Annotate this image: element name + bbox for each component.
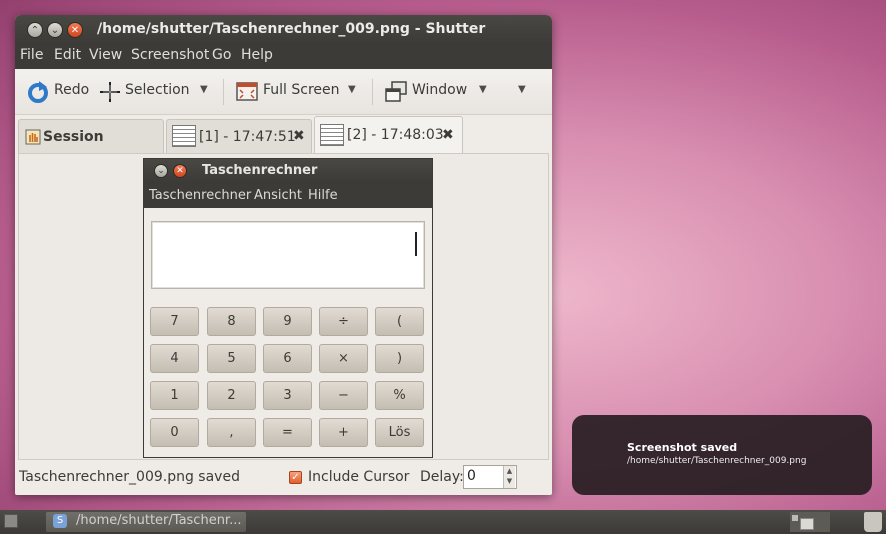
toolbar-separator: [223, 79, 224, 105]
window-label: Window: [412, 82, 468, 98]
calc-key: %: [375, 381, 424, 410]
close-tab-icon[interactable]: ✖: [442, 127, 454, 143]
workspace-switcher[interactable]: [790, 512, 830, 532]
calculator-menubar: Taschenrechner Ansicht Hilfe: [144, 184, 432, 208]
crosshair-icon: [100, 82, 120, 102]
fullscreen-dropdown-arrow[interactable]: ▼: [348, 84, 356, 95]
selection-label: Selection: [125, 82, 190, 98]
workspace-window-icon: [800, 518, 814, 530]
tab-screenshot-2-label: [2] - 17:48:03: [347, 127, 444, 143]
spin-down-icon[interactable]: ▼: [504, 476, 515, 486]
taskbar-item-label: /home/shutter/Taschenr...: [76, 513, 242, 528]
trash-icon[interactable]: [864, 512, 882, 532]
menu-screenshot[interactable]: Screenshot: [131, 47, 209, 63]
calc-key: 8: [207, 307, 256, 336]
screenshot-view[interactable]: ⌄ ✕ Taschenrechner Taschenrechner Ansich…: [18, 153, 549, 460]
notification-heading: Screenshot saved: [627, 441, 738, 454]
window-title: /home/shutter/Taschenrechner_009.png - S…: [97, 21, 486, 37]
toolbar: Redo Selection ▼ Full Screen ▼ Window ▼ …: [15, 69, 552, 115]
status-message: Taschenrechner_009.png saved: [19, 469, 240, 485]
calc-key: =: [263, 418, 312, 447]
calc-menu-taschenrechner: Taschenrechner: [149, 188, 252, 203]
statusbar: Taschenrechner_009.png saved ✓ Include C…: [15, 461, 552, 495]
calc-key: 0: [150, 418, 199, 447]
calc-key: 4: [150, 344, 199, 373]
calc-key: ,: [207, 418, 256, 447]
calc-key: ): [375, 344, 424, 373]
calc-key: +: [319, 418, 368, 447]
window-titlebar[interactable]: ⌃ ⌄ ✕ /home/shutter/Taschenrechner_009.p…: [15, 15, 552, 45]
menubar: File Edit View Screenshot Go Help: [15, 45, 552, 69]
redo-icon: [28, 81, 48, 103]
calc-menu-hilfe: Hilfe: [308, 188, 338, 203]
tab-bar: Session [1] - 17:47:51 ✖ [2] - 17:48:03 …: [15, 115, 552, 154]
window-icon: [385, 81, 407, 102]
notification-body: /home/shutter/Taschenrechner_009.png: [627, 456, 807, 466]
calc-key: −: [319, 381, 368, 410]
calc-menu-ansicht: Ansicht: [254, 188, 303, 203]
text-caret: [415, 232, 417, 256]
bottom-panel: S /home/shutter/Taschenr...: [0, 510, 886, 534]
taskbar-item-shutter[interactable]: S /home/shutter/Taschenr...: [46, 512, 246, 532]
delay-label: Delay:: [420, 469, 464, 485]
calc-key: ÷: [319, 307, 368, 336]
window-dropdown-arrow[interactable]: ▼: [479, 84, 487, 95]
include-cursor-checkbox[interactable]: ✓: [289, 471, 302, 484]
tab-screenshot-2[interactable]: [2] - 17:48:03 ✖: [314, 116, 463, 154]
calc-key: 9: [263, 307, 312, 336]
calc-key: 6: [263, 344, 312, 373]
workspace-mini-icon: [792, 515, 798, 521]
calc-key: 7: [150, 307, 199, 336]
shutter-window: ⌃ ⌄ ✕ /home/shutter/Taschenrechner_009.p…: [15, 15, 552, 495]
calculator-titlebar: ⌄ ✕ Taschenrechner: [144, 159, 432, 184]
fullscreen-label: Full Screen: [263, 82, 340, 98]
calc-key: 5: [207, 344, 256, 373]
calc-key: 2: [207, 381, 256, 410]
spin-up-icon[interactable]: ▲: [504, 466, 515, 476]
include-cursor-label[interactable]: Include Cursor: [308, 469, 409, 485]
close-tab-icon[interactable]: ✖: [293, 128, 305, 144]
menu-edit[interactable]: Edit: [54, 47, 81, 63]
maximize-button[interactable]: ⌄: [47, 22, 63, 38]
calculator-display: [151, 221, 425, 289]
calc-key: (: [375, 307, 424, 336]
calc-key: 1: [150, 381, 199, 410]
delay-value: 0: [467, 468, 476, 484]
tab-session-label: Session: [43, 129, 104, 145]
toolbar-overflow-arrow[interactable]: ▼: [518, 84, 526, 95]
calc-key: 3: [263, 381, 312, 410]
session-hand-icon: [25, 129, 41, 145]
toolbar-separator: [372, 79, 373, 105]
show-desktop-icon[interactable]: [4, 514, 18, 528]
minimize-icon: ⌄: [154, 164, 168, 178]
fullscreen-icon: [236, 82, 258, 101]
shutter-app-icon: S: [53, 514, 67, 528]
screenshot-thumbnail-icon: [320, 124, 344, 146]
calc-key: ×: [319, 344, 368, 373]
minimize-button[interactable]: ⌃: [27, 22, 43, 38]
calculator-screenshot: ⌄ ✕ Taschenrechner Taschenrechner Ansich…: [143, 158, 433, 458]
menu-go[interactable]: Go: [212, 47, 231, 63]
redo-label: Redo: [54, 82, 90, 98]
calc-key: Lös: [375, 418, 424, 447]
close-button[interactable]: ✕: [67, 22, 83, 38]
tab-screenshot-1-label: [1] - 17:47:51: [199, 129, 296, 145]
tab-session[interactable]: Session: [18, 119, 164, 153]
calculator-title: Taschenrechner: [202, 163, 318, 178]
menu-file[interactable]: File: [20, 47, 43, 63]
menu-help[interactable]: Help: [241, 47, 273, 63]
notification-bubble: Screenshot saved /home/shutter/Taschenre…: [572, 415, 872, 495]
tab-screenshot-1[interactable]: [1] - 17:47:51 ✖: [166, 119, 312, 153]
selection-dropdown-arrow[interactable]: ▼: [200, 84, 208, 95]
screenshot-thumbnail-icon: [172, 125, 196, 147]
menu-view[interactable]: View: [89, 47, 122, 63]
close-icon: ✕: [173, 164, 187, 178]
delay-spin-buttons[interactable]: ▲ ▼: [503, 466, 515, 488]
